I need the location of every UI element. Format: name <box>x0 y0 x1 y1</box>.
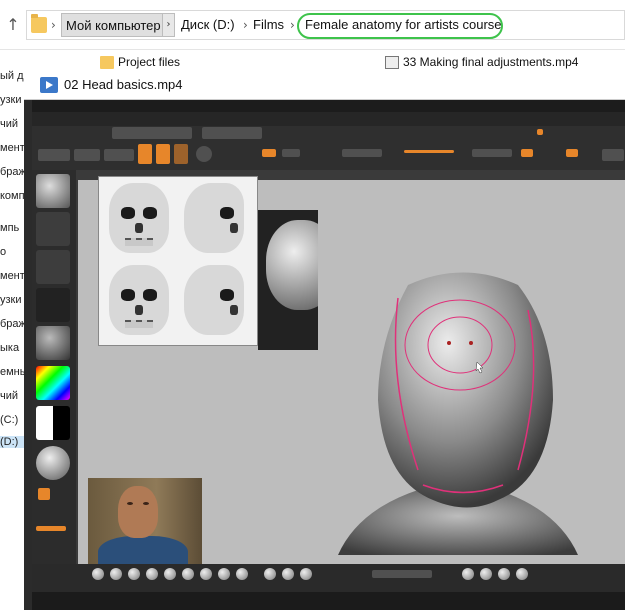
slider <box>342 149 382 157</box>
indicator <box>521 149 533 157</box>
button <box>104 149 134 161</box>
player-title-bar[interactable]: 02 Head basics.mp4 <box>24 71 625 100</box>
zbrush-menu-strip <box>32 112 625 126</box>
skull-front-drawing <box>109 265 169 335</box>
folder-icon <box>31 14 47 33</box>
brush-sphere-icon <box>462 568 474 580</box>
brush-sphere-icon <box>164 568 176 580</box>
breadcrumb-my-computer[interactable]: Мой компьютер <box>61 13 166 37</box>
brush-sphere-icon <box>110 568 122 580</box>
brush-sphere-icon <box>182 568 194 580</box>
move-mode-icon <box>156 144 170 164</box>
instructor-webcam <box>88 478 202 564</box>
alpha-icon <box>36 250 70 284</box>
folder-icon <box>100 56 114 69</box>
brush-sphere-icon <box>92 568 104 580</box>
brush-sphere-icon <box>218 568 230 580</box>
eye-marker <box>469 341 473 345</box>
player-title: 02 Head basics.mp4 <box>64 77 183 92</box>
video-frame[interactable] <box>32 100 625 610</box>
zsub-icon <box>282 149 300 157</box>
brush-icon <box>36 174 70 208</box>
gradient-icon <box>36 406 70 440</box>
brush-sphere-icon <box>516 568 528 580</box>
media-player-window: 02 Head basics.mp4 <box>24 71 625 610</box>
slider <box>202 127 262 139</box>
brush-sphere-icon <box>146 568 158 580</box>
file-name: 33 Making final adjustments.mp4 <box>403 55 579 69</box>
button <box>602 149 624 161</box>
zbrush-slider-row <box>32 126 625 140</box>
file-name: Project files <box>118 55 181 69</box>
zadd-icon <box>262 149 276 157</box>
zbrush-tool-row <box>32 140 625 170</box>
brush-sphere-icon <box>236 568 248 580</box>
up-arrow-icon[interactable]: ↑ <box>4 15 22 35</box>
slider <box>472 149 512 157</box>
brush-sphere-icon <box>300 568 312 580</box>
slider <box>112 127 192 139</box>
button <box>74 149 100 161</box>
skull-render-image <box>258 210 318 350</box>
skull-side-drawing <box>184 183 244 253</box>
zbrush-title-strip <box>32 100 625 112</box>
slider-fill <box>404 150 454 153</box>
indicator <box>537 129 543 135</box>
eye-marker <box>447 341 451 345</box>
video-player-icon <box>40 77 58 93</box>
breadcrumb[interactable]: › Мой компьютер › Диск (D:) › Films › Fe… <box>26 10 625 40</box>
stroke-icon <box>36 212 70 246</box>
color-picker-icon <box>36 366 70 400</box>
indicator <box>566 149 578 157</box>
breadcrumb-separator-icon: › <box>51 18 56 32</box>
breadcrumb-separator-icon: › <box>243 18 248 32</box>
chevron-right-icon[interactable]: › <box>162 13 175 37</box>
brush-sphere-icon <box>498 568 510 580</box>
mrgb-icon <box>196 146 212 162</box>
video-file-icon <box>385 56 399 69</box>
zbrush-left-shelf <box>32 170 76 580</box>
brush-sphere-icon <box>264 568 276 580</box>
zbrush-bottom-shelf <box>32 564 625 592</box>
brush-sphere-icon <box>200 568 212 580</box>
breadcrumb-drive-d[interactable]: Диск (D:) <box>177 13 239 37</box>
scale-mode-icon <box>174 144 188 164</box>
texture-icon <box>36 288 70 322</box>
brush-sphere-icon <box>480 568 492 580</box>
light-icon <box>38 488 50 500</box>
skull-side-drawing <box>184 265 244 335</box>
sphere-icon <box>36 446 70 480</box>
button <box>38 149 70 161</box>
material-icon <box>36 326 70 360</box>
slider <box>372 570 432 578</box>
switch-color-icon <box>36 526 66 531</box>
draw-mode-icon <box>138 144 152 164</box>
address-bar: ↑ › Мой компьютер › Диск (D:) › Films › … <box>0 0 625 50</box>
green-highlight-circle <box>297 13 503 39</box>
breadcrumb-separator-icon: › <box>290 18 295 32</box>
skull-reference-image <box>98 176 258 346</box>
brush-sphere-icon <box>128 568 140 580</box>
brush-sphere-icon <box>282 568 294 580</box>
skull-front-drawing <box>109 183 169 253</box>
breadcrumb-films[interactable]: Films <box>249 13 288 37</box>
video-footer <box>32 592 625 610</box>
